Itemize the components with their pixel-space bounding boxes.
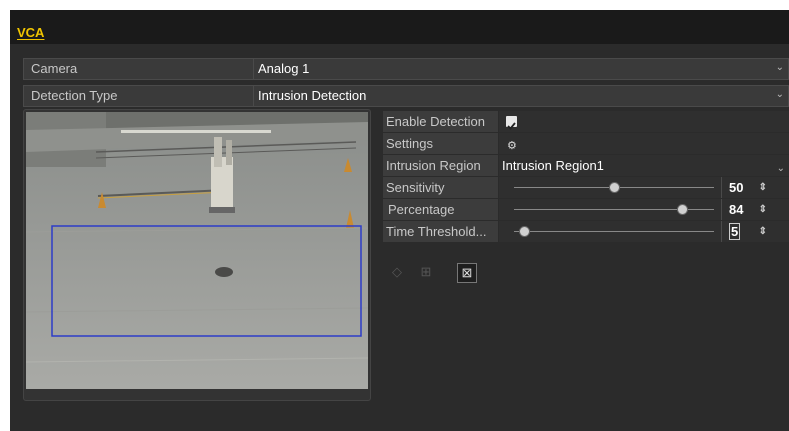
camera-video[interactable] bbox=[26, 112, 368, 389]
chevron-down-icon: ⌄ bbox=[775, 89, 784, 100]
intrusion-region-value: Intrusion Region1 bbox=[502, 158, 604, 173]
time-threshold-value: 5 bbox=[729, 223, 741, 240]
time-threshold-input[interactable]: 5 ⇕ bbox=[721, 221, 771, 242]
camera-label: Camera bbox=[31, 61, 78, 76]
clear-all-icon[interactable]: ⊠ bbox=[457, 263, 477, 283]
clear-region-icon[interactable]: ⊞ bbox=[417, 263, 435, 281]
intrusion-region-label: Intrusion Region bbox=[383, 155, 498, 176]
video-preview-frame bbox=[23, 109, 371, 401]
checkmark-icon bbox=[507, 122, 516, 130]
sensitivity-input[interactable]: 50 ⇕ bbox=[721, 177, 771, 198]
enable-detection-checkbox[interactable] bbox=[506, 116, 517, 130]
camera-value: Analog 1 bbox=[258, 61, 310, 76]
sensitivity-row: Sensitivity 50 ⇕ bbox=[383, 177, 789, 198]
camera-select[interactable]: Camera Analog 1 ⌄ bbox=[23, 58, 789, 80]
percentage-value: 84 bbox=[729, 202, 744, 217]
time-threshold-slider-knob[interactable] bbox=[519, 226, 530, 237]
percentage-row: Percentage 84 ⇕ bbox=[383, 199, 789, 220]
spin-updown-icon[interactable]: ⇕ bbox=[759, 199, 767, 220]
tab-vca[interactable]: VCA bbox=[17, 25, 44, 40]
title-bar: VCA bbox=[10, 10, 789, 44]
percentage-control: 84 ⇕ bbox=[499, 199, 789, 220]
enable-detection-value bbox=[499, 111, 789, 132]
settings-row: Settings ⚙ bbox=[383, 133, 789, 154]
percentage-input[interactable]: 84 ⇕ bbox=[721, 199, 771, 220]
chevron-down-icon: ⌄ bbox=[775, 62, 784, 73]
time-threshold-control: 5 ⇕ bbox=[499, 221, 789, 242]
settings-value: ⚙ bbox=[499, 133, 789, 154]
detection-type-label: Detection Type bbox=[31, 88, 118, 103]
divider bbox=[253, 86, 254, 106]
vca-window: VCA Camera Analog 1 ⌄ Detection Type Int… bbox=[10, 10, 789, 431]
time-threshold-row: Time Threshold... 5 ⇕ bbox=[383, 221, 789, 242]
time-threshold-slider[interactable] bbox=[514, 231, 714, 232]
gear-icon[interactable]: ⚙ bbox=[507, 136, 517, 157]
enable-detection-label: Enable Detection bbox=[383, 111, 498, 132]
detection-type-value: Intrusion Detection bbox=[258, 88, 367, 103]
spin-updown-icon[interactable]: ⇕ bbox=[759, 177, 767, 198]
divider bbox=[253, 59, 254, 79]
enable-detection-row: Enable Detection bbox=[383, 111, 789, 132]
percentage-slider-knob[interactable] bbox=[677, 204, 688, 215]
intrusion-region-select[interactable]: Intrusion Region1 ⌄ bbox=[499, 155, 789, 176]
sensitivity-value: 50 bbox=[729, 180, 744, 195]
chevron-down-icon: ⌄ bbox=[776, 163, 785, 174]
sensitivity-label: Sensitivity bbox=[383, 177, 498, 198]
sensitivity-control: 50 ⇕ bbox=[499, 177, 789, 198]
intrusion-region-row: Intrusion Region Intrusion Region1 ⌄ bbox=[383, 155, 789, 176]
sensitivity-slider-knob[interactable] bbox=[609, 182, 620, 193]
draw-region-icon[interactable]: ◇ bbox=[388, 263, 406, 281]
camera-scene-image bbox=[26, 112, 368, 389]
settings-label: Settings bbox=[383, 133, 498, 154]
percentage-label: Percentage bbox=[383, 199, 498, 220]
detection-type-select[interactable]: Detection Type Intrusion Detection ⌄ bbox=[23, 85, 789, 107]
spin-updown-icon[interactable]: ⇕ bbox=[759, 221, 767, 242]
time-threshold-label: Time Threshold... bbox=[383, 221, 498, 242]
